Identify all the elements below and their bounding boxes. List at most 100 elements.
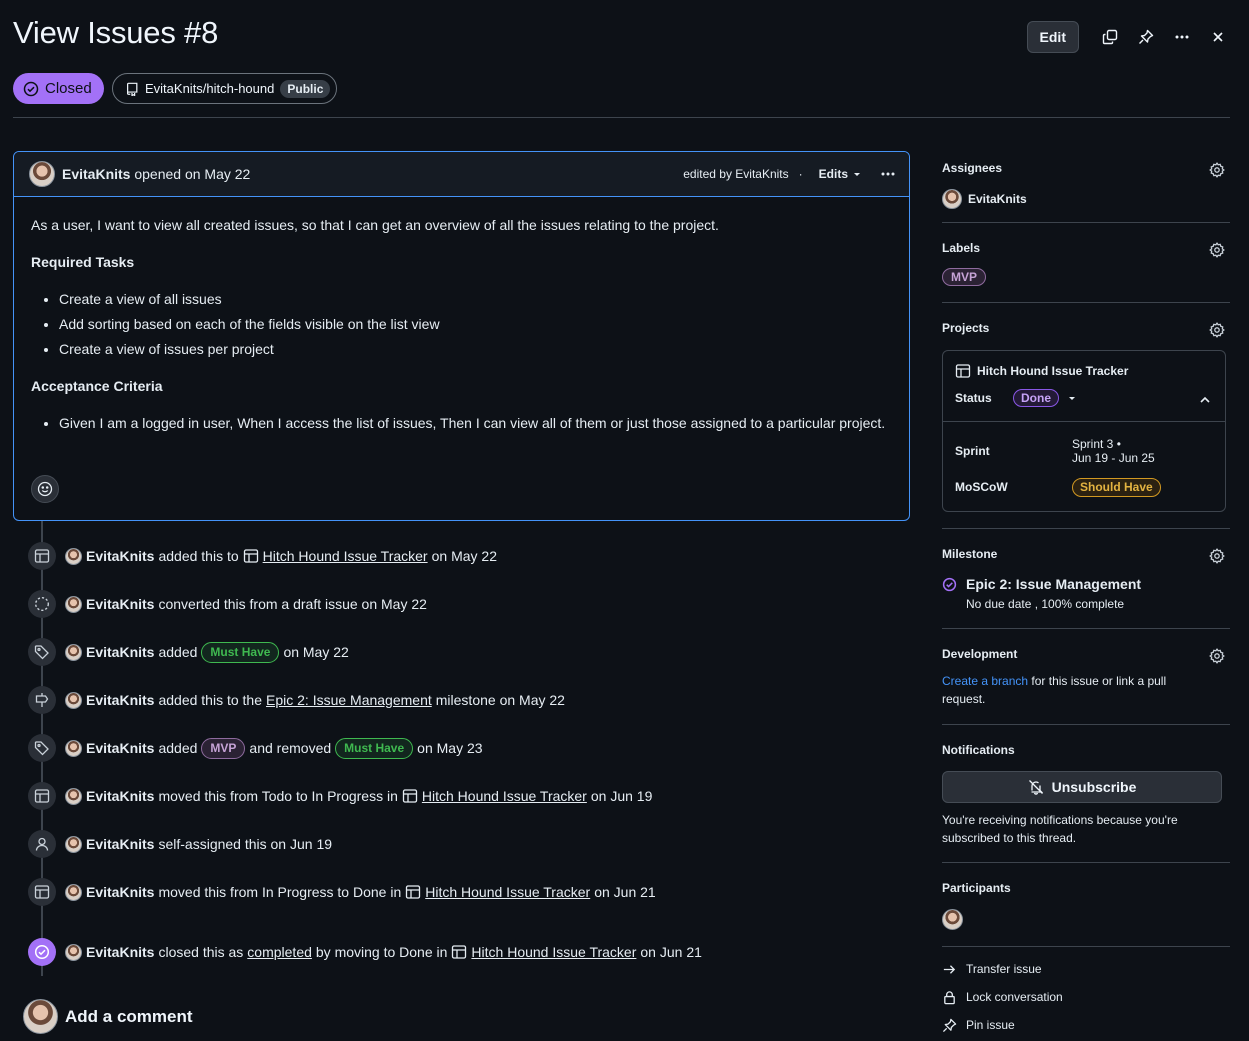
timeline-event: EvitaKnits moved this from Todo to In Pr… (28, 782, 652, 810)
unsubscribe-label: Unsubscribe (1051, 779, 1137, 795)
close-icon[interactable] (1207, 26, 1229, 48)
comment-kebab-icon[interactable] (880, 166, 896, 182)
event-author[interactable]: EvitaKnits (86, 788, 154, 804)
triangle-down-icon (854, 173, 860, 176)
project-name[interactable]: Hitch Hound Issue Tracker (977, 364, 1128, 378)
repo-pill[interactable]: EvitaKnits/hitch-hound Public (112, 73, 338, 104)
kebab-menu-icon[interactable] (1171, 26, 1193, 48)
event-author[interactable]: EvitaKnits (86, 944, 154, 960)
project-link[interactable]: Hitch Hound Issue Tracker (471, 944, 636, 960)
status-key: Status (955, 391, 992, 405)
timeline-event: EvitaKnits added Must Have on May 22 (28, 638, 349, 666)
repo-icon (127, 82, 138, 96)
event-author[interactable]: EvitaKnits (86, 740, 154, 756)
project-table-icon (402, 789, 418, 803)
avatar[interactable] (942, 189, 962, 209)
sprint-name: Sprint 3 • (1072, 437, 1121, 451)
tag-icon (28, 638, 56, 666)
tasks-heading: Required Tasks (31, 254, 135, 270)
avatar[interactable] (29, 161, 55, 187)
unsubscribe-button[interactable]: Unsubscribe (942, 771, 1222, 803)
milestone-subtext: No due date , 100% complete (966, 597, 1125, 611)
event-date: milestone on May 22 (435, 692, 565, 708)
event-author[interactable]: EvitaKnits (86, 836, 154, 852)
event-date: on Jun 21 (594, 884, 656, 900)
label-mvp[interactable]: MVP (201, 737, 246, 759)
event-author[interactable]: EvitaKnits (86, 596, 154, 612)
project-link[interactable]: Hitch Hound Issue Tracker (422, 788, 587, 804)
gear-icon[interactable] (1209, 241, 1225, 259)
labels-heading: Labels (942, 241, 981, 255)
avatar[interactable] (65, 943, 82, 961)
timeline-event: EvitaKnits converted this from a draft i… (28, 590, 427, 618)
comment-header: EvitaKnits opened on May 22 edited by Ev… (14, 152, 909, 197)
event-date: on May 22 (431, 548, 497, 564)
header-actions: Edit (1026, 21, 1229, 53)
event-author[interactable]: EvitaKnits (86, 692, 154, 708)
sprint-value[interactable]: Sprint 3 • Jun 19 - Jun 25 (1072, 437, 1155, 465)
assignee-name[interactable]: EvitaKnits (968, 192, 1027, 206)
criteria-list: Given I am a logged in user, When I acce… (59, 413, 899, 434)
projects-section: Projects Hitch Hound Issue Tracker Statu… (942, 303, 1230, 529)
milestone-title[interactable]: Epic 2: Issue Management (966, 576, 1141, 592)
assignee-row[interactable]: EvitaKnits (942, 189, 1230, 209)
gear-icon[interactable] (1209, 321, 1225, 339)
lock-conversation-button[interactable]: Lock conversation (942, 983, 1230, 1011)
milestone-heading: Milestone (942, 547, 998, 561)
project-name-row[interactable]: Hitch Hound Issue Tracker (955, 363, 1213, 379)
event-author[interactable]: EvitaKnits (86, 548, 154, 564)
milestone-row[interactable]: Epic 2: Issue Management (942, 576, 1230, 592)
avatar[interactable] (65, 643, 82, 661)
label-must-have[interactable]: Must Have (201, 641, 280, 663)
avatar[interactable] (65, 739, 82, 757)
avatar[interactable] (65, 691, 82, 709)
avatar[interactable] (65, 835, 82, 853)
avatar[interactable] (23, 999, 58, 1034)
edits-dropdown[interactable]: Edits (819, 167, 862, 181)
project-link[interactable]: Hitch Hound Issue Tracker (425, 884, 590, 900)
should-have-badge[interactable]: Should Have (1072, 477, 1161, 497)
transfer-issue-button[interactable]: Transfer issue (942, 955, 1230, 983)
list-item: Create a view of all issues (59, 289, 892, 310)
event-author[interactable]: EvitaKnits (86, 644, 154, 660)
comment-author[interactable]: EvitaKnits (62, 166, 130, 182)
development-section: Development Create a branch for this iss… (942, 629, 1230, 725)
triangle-down-icon[interactable] (1067, 393, 1077, 403)
moscow-row: MoSCoW Should Have (955, 473, 1213, 501)
issue-actions: Transfer issue Lock conversation Pin iss… (942, 947, 1230, 1039)
gear-icon[interactable] (1209, 161, 1225, 179)
edit-button[interactable]: Edit (1026, 21, 1079, 53)
pin-issue-button[interactable]: Pin issue (942, 1011, 1230, 1039)
project-link[interactable]: Hitch Hound Issue Tracker (263, 548, 428, 564)
moscow-key: MoSCoW (955, 480, 1008, 494)
sprint-key: Sprint (955, 444, 990, 458)
gear-icon[interactable] (1209, 547, 1225, 565)
milestone-section: Milestone Epic 2: Issue Management No du… (942, 529, 1230, 629)
label-mvp[interactable]: MVP (942, 268, 987, 286)
avatar[interactable] (65, 883, 82, 901)
avatar[interactable] (65, 595, 82, 613)
avatar[interactable] (65, 547, 82, 565)
event-date: on Jun 19 (590, 788, 653, 804)
project-table-icon (28, 542, 56, 570)
pin-icon (942, 1018, 957, 1032)
status-done-badge[interactable]: Done (1013, 389, 1059, 407)
add-reaction-button[interactable] (31, 475, 59, 503)
label-must-have[interactable]: Must Have (335, 737, 414, 759)
list-item: Add sorting based on each of the fields … (59, 314, 892, 335)
completed-link[interactable]: completed (247, 944, 312, 960)
event-author[interactable]: EvitaKnits (86, 884, 154, 900)
pin-icon[interactable] (1135, 26, 1157, 48)
chevron-up-icon[interactable] (1199, 391, 1211, 407)
assignees-section: Assignees EvitaKnits (942, 152, 1230, 223)
event-date: on May 22 (283, 644, 349, 660)
avatar[interactable] (942, 909, 963, 930)
milestone-link[interactable]: Epic 2: Issue Management (266, 692, 432, 708)
avatar[interactable] (65, 787, 82, 805)
gear-icon[interactable] (1209, 647, 1225, 665)
bell-slash-icon (1028, 780, 1043, 795)
list-item: Create a view of issues per project (59, 339, 892, 360)
event-text: added this to (158, 548, 239, 564)
create-branch-link[interactable]: Create a branch (942, 674, 1028, 688)
copy-icon[interactable] (1099, 26, 1121, 48)
